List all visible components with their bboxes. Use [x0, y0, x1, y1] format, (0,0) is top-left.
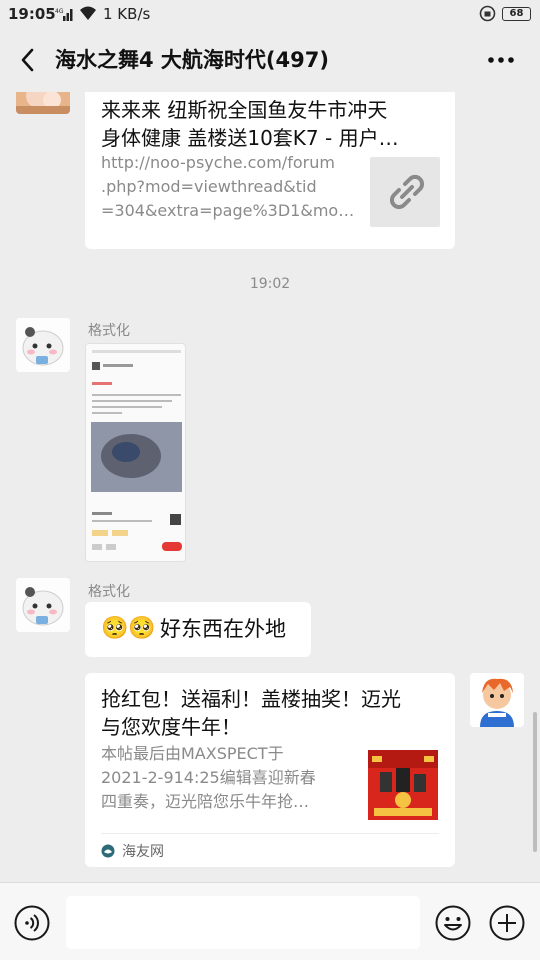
- scrollbar[interactable]: [533, 712, 537, 852]
- link-title-line2: 与您欢度牛年！: [101, 715, 241, 739]
- link-desc-line3: 四重奏，迈光陪您乐牛年抢…: [101, 792, 310, 811]
- alarm-icon: [479, 5, 496, 26]
- avatar[interactable]: [16, 318, 70, 372]
- link-url-line3: =304&extra=page%3D1&mo…: [101, 201, 355, 220]
- link-title-line1: 来来来 纽斯祝全国鱼友牛市冲天: [101, 98, 388, 122]
- wifi-icon: [78, 4, 98, 26]
- avatar[interactable]: [16, 92, 70, 114]
- link-card[interactable]: 抢红包！送福利！盖楼抽奖！迈光 与您欢度牛年！ 本帖最后由MAXSPECT于 2…: [85, 673, 455, 867]
- link-url-line1: http://noo-psyche.com/forum: [101, 153, 335, 172]
- divider: [101, 833, 439, 834]
- chat-header: 海水之舞4 大航海时代(497): [0, 28, 540, 92]
- link-desc-line2: 2021-2-914:25编辑喜迎新春: [101, 768, 316, 787]
- chevron-left-icon[interactable]: [14, 45, 44, 75]
- link-url-line2: .php?mod=viewthread&tid: [101, 177, 317, 196]
- link-thumbnail: [368, 750, 438, 820]
- message-text: 好东西在外地: [160, 617, 286, 641]
- link-thumbnail: [370, 157, 440, 227]
- source-logo-icon: [101, 843, 115, 858]
- status-time: 19:05: [8, 5, 56, 23]
- pleading-face-icon: 🥺🥺: [101, 616, 156, 641]
- link-title-line1: 抢红包！送福利！盖楼抽奖！迈光: [101, 687, 401, 711]
- screenshot-thumbnail: [86, 344, 185, 561]
- link-source: 海友网: [122, 844, 164, 860]
- voice-icon[interactable]: [14, 905, 50, 941]
- link-desc-line1: 本帖最后由MAXSPECT于: [101, 744, 284, 763]
- signal-icon: 4G: [55, 6, 75, 26]
- sender-name: 格式化: [88, 323, 130, 339]
- image-message[interactable]: [85, 343, 186, 562]
- chat-title: 海水之舞4 大航海时代(497): [55, 48, 329, 72]
- chat-messages[interactable]: 来来来 纽斯祝全国鱼友牛市冲天 身体健康 盖楼送10套K7 - 用户… http…: [0, 92, 540, 882]
- avatar[interactable]: [470, 673, 524, 727]
- avatar[interactable]: [16, 578, 70, 632]
- link-icon: [389, 174, 425, 210]
- timestamp: 19:02: [249, 276, 291, 292]
- emoji-icon[interactable]: [435, 905, 471, 941]
- battery-indicator: 68: [502, 7, 531, 21]
- link-title-line2: 身体健康 盖楼送10套K7 - 用户…: [101, 126, 399, 150]
- link-card[interactable]: 来来来 纽斯祝全国鱼友牛市冲天 身体健康 盖楼送10套K7 - 用户… http…: [85, 92, 455, 249]
- sender-name: 格式化: [88, 584, 130, 600]
- plus-circle-icon[interactable]: [489, 905, 525, 941]
- network-speed: 1 KB/s: [103, 5, 151, 23]
- svg-text:4G: 4G: [55, 8, 64, 15]
- message-input[interactable]: [66, 896, 420, 949]
- input-bar: [0, 882, 540, 960]
- status-bar: 19:05 4G 1 KB/s 68: [0, 0, 540, 28]
- more-dots-icon[interactable]: [483, 45, 519, 75]
- text-message[interactable]: 🥺🥺 好东西在外地: [85, 602, 311, 657]
- red-envelope-icon: [368, 750, 438, 820]
